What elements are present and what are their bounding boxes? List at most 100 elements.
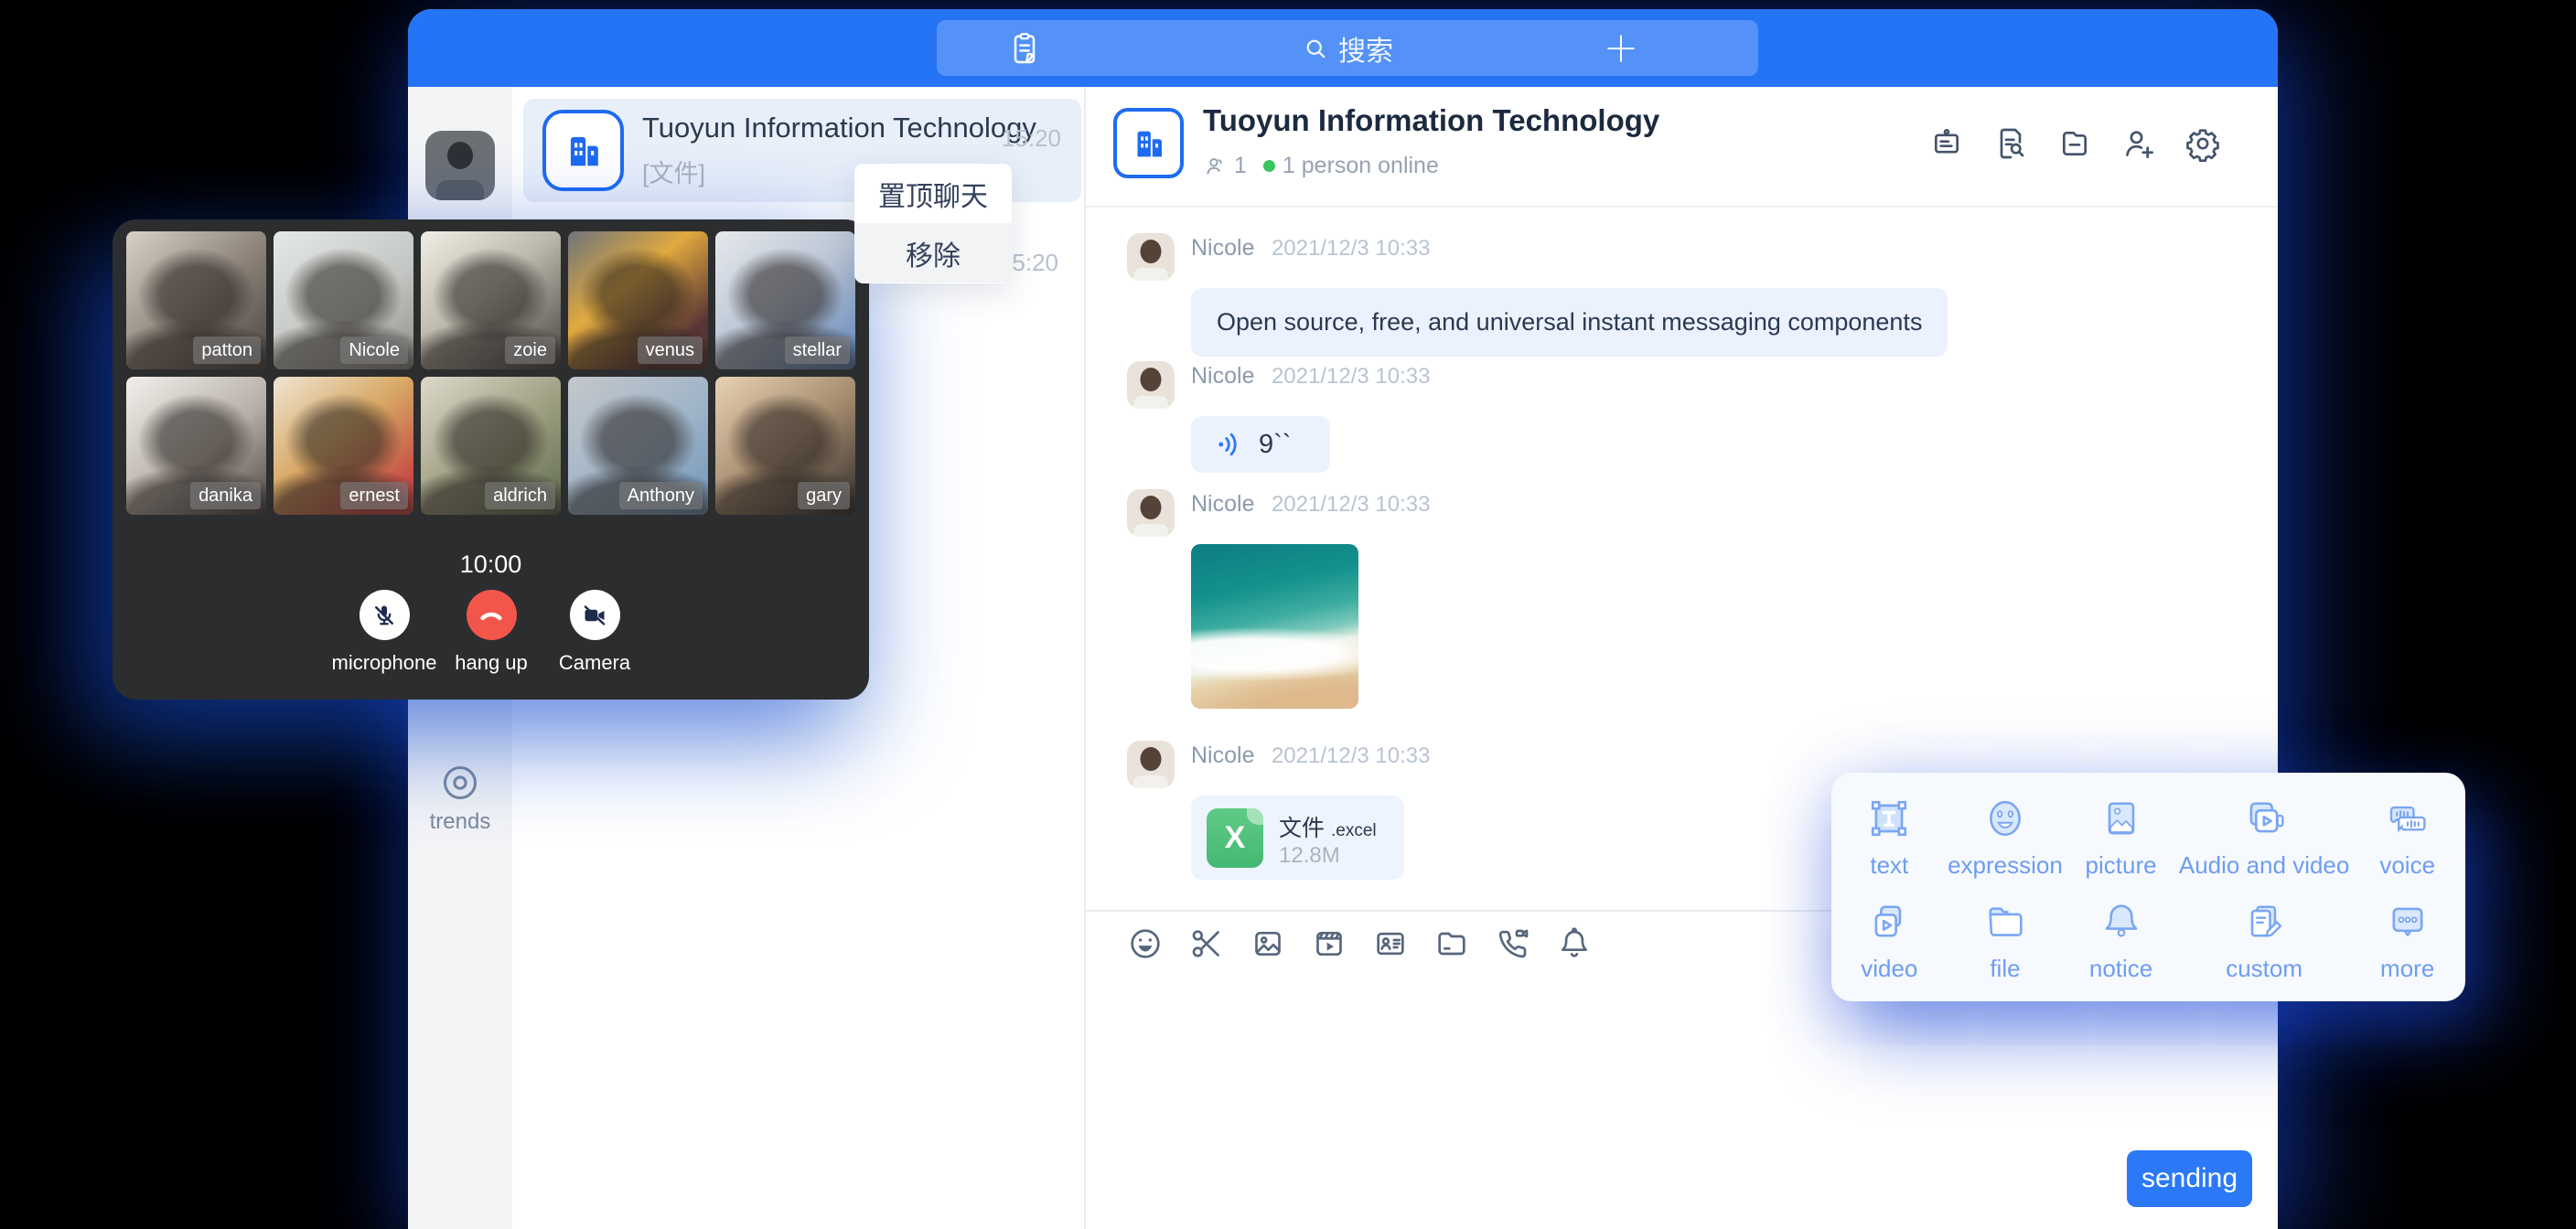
panel-item-voice[interactable]: voice: [2349, 785, 2465, 889]
audio-video-icon: [2240, 795, 2288, 842]
participant-tile: stellar: [715, 231, 855, 369]
panel-item-text[interactable]: text: [1831, 785, 1948, 889]
participant-name: aldrich: [485, 482, 555, 509]
participant-tile: danika: [126, 377, 266, 515]
message-type-panel: text expression picture Audio and video: [1831, 773, 2465, 1001]
participant-grid: patton Nicole zoie venus stellar danika …: [126, 231, 855, 515]
sender-name: Nicole: [1191, 235, 1254, 261]
contact-card-icon[interactable]: [1372, 925, 1409, 962]
online-status: 1 person online: [1283, 153, 1439, 179]
file-size: 12.8M: [1279, 843, 1340, 869]
panel-item-picture[interactable]: picture: [2063, 785, 2179, 889]
file-ext: .excel: [1331, 821, 1377, 840]
text-message-bubble[interactable]: Open source, free, and universal instant…: [1191, 288, 1948, 357]
participant-tile: Anthony: [568, 377, 708, 515]
video-clip-icon[interactable]: [1311, 925, 1347, 962]
building-icon: [1128, 123, 1170, 165]
sidebar-item-trends[interactable]: trends: [408, 762, 512, 835]
file-name: 文件: [1279, 816, 1325, 841]
member-count: 1: [1234, 153, 1247, 179]
trends-label: trends: [408, 809, 512, 835]
more-icon: [2384, 898, 2431, 946]
message-time: 2021/12/3 10:33: [1272, 364, 1431, 389]
mute-microphone-button[interactable]: [360, 590, 410, 640]
custom-icon: [2240, 898, 2288, 946]
participant-name: Nicole: [340, 337, 408, 364]
notice-bell-icon: [2098, 898, 2145, 946]
voice-duration: 9``: [1259, 430, 1291, 460]
search-bar[interactable]: 搜索: [937, 20, 1758, 76]
conversation-title: Tuoyun Information Technology: [642, 112, 983, 144]
hang-up-button[interactable]: [467, 590, 517, 640]
expression-icon: [1981, 795, 2029, 842]
participant-tile: zoie: [421, 231, 561, 369]
participant-name: gary: [798, 482, 850, 509]
participant-name: danika: [190, 482, 261, 509]
panel-item-custom[interactable]: custom: [2179, 889, 2349, 992]
announcement-icon[interactable]: [1928, 125, 1965, 162]
chat-title: Tuoyun Information Technology: [1203, 103, 1659, 138]
sender-avatar[interactable]: [1127, 361, 1175, 409]
chat-group-avatar[interactable]: [1113, 108, 1184, 178]
page: { "topbar": { "search_placeholder": "搜索"…: [0, 0, 2576, 1229]
sender-name: Nicole: [1191, 491, 1254, 517]
user-avatar[interactable]: [425, 131, 495, 200]
participant-tile: patton: [126, 231, 266, 369]
participant-tile: aldrich: [421, 377, 561, 515]
message-time: 2021/12/3 10:33: [1272, 743, 1431, 768]
excel-file-icon: X: [1207, 808, 1263, 868]
file-folder-icon: [1981, 898, 2029, 946]
participant-tile: Nicole: [274, 231, 413, 369]
participant-tile: venus: [568, 231, 708, 369]
trends-icon: [439, 762, 481, 804]
topbar: 搜索: [408, 9, 2278, 87]
message-time: 2021/12/3 10:33: [1272, 492, 1431, 517]
call-duration: 10:00: [113, 550, 869, 579]
sender-name: Nicole: [1191, 363, 1254, 389]
menu-item-pin-chat[interactable]: 置顶聊天: [854, 164, 1012, 223]
participant-tile: gary: [715, 377, 855, 515]
add-icon[interactable]: [1601, 28, 1641, 69]
panel-item-video[interactable]: video: [1831, 889, 1948, 992]
notification-bell-icon[interactable]: [1556, 925, 1593, 962]
participant-name: ernest: [340, 482, 408, 509]
add-member-icon[interactable]: [2120, 125, 2157, 162]
camera-off-button[interactable]: [570, 590, 620, 640]
sender-avatar[interactable]: [1127, 489, 1175, 537]
files-icon[interactable]: [2056, 125, 2093, 162]
online-dot: [1263, 160, 1275, 172]
chat-history-search-icon[interactable]: [1992, 125, 2029, 162]
panel-item-notice[interactable]: notice: [2063, 889, 2179, 992]
settings-gear-icon[interactable]: [2184, 125, 2221, 162]
panel-item-file[interactable]: file: [1948, 889, 2064, 992]
menu-item-remove[interactable]: 移除: [854, 223, 1012, 283]
participant-name: zoie: [505, 337, 555, 364]
screenshot-scissors-icon[interactable]: [1188, 925, 1225, 962]
video-call-window: patton Nicole zoie venus stellar danika …: [113, 219, 869, 700]
voice-icon: [2384, 795, 2431, 842]
panel-item-expression[interactable]: expression: [1948, 785, 2064, 889]
image-message-beach[interactable]: [1191, 544, 1358, 709]
conversation-time: 15:20: [1002, 124, 1061, 153]
chat-panel: Tuoyun Information Technology 1 1 person…: [1086, 87, 2278, 1229]
camera-label: Camera: [521, 651, 668, 675]
sender-avatar[interactable]: [1127, 233, 1175, 281]
voice-message-bubble[interactable]: 9``: [1191, 416, 1330, 473]
search-placeholder: 搜索: [1338, 28, 1393, 69]
folder-icon[interactable]: [1433, 925, 1470, 962]
file-message-bubble[interactable]: X 文件 .excel 12.8M: [1191, 796, 1404, 880]
participant-name: patton: [193, 337, 261, 364]
video-icon: [1865, 898, 1913, 946]
panel-item-more[interactable]: more: [2349, 889, 2465, 992]
participant-name: stellar: [785, 337, 850, 364]
emoji-icon[interactable]: [1127, 925, 1164, 962]
voice-wave-icon: [1215, 429, 1246, 460]
participant-name: venus: [638, 337, 703, 364]
text-icon: [1865, 795, 1913, 842]
image-icon[interactable]: [1250, 925, 1286, 962]
sender-avatar[interactable]: [1127, 741, 1175, 788]
panel-item-audio-video[interactable]: Audio and video: [2179, 785, 2349, 889]
send-button[interactable]: sending: [2127, 1150, 2252, 1207]
message-time: 2021/12/3 10:33: [1272, 236, 1431, 261]
video-call-icon[interactable]: [1495, 925, 1531, 962]
